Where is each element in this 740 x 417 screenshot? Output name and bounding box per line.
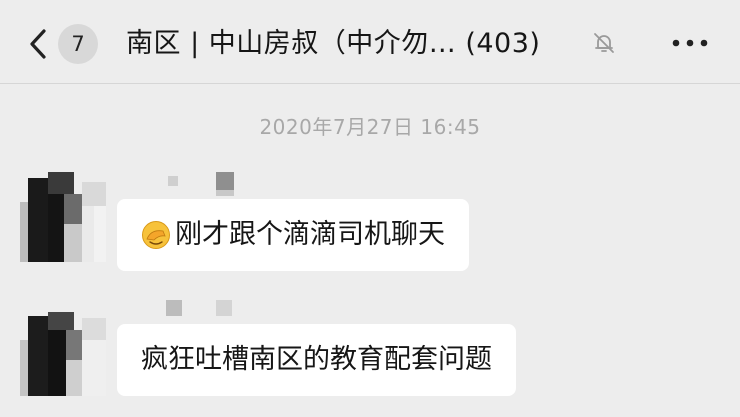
facepalm-emoji-icon (142, 221, 170, 249)
message-row: 疯狂吐槽南区的教育配套问题 (0, 296, 740, 417)
chat-header: 7 南区 | 中山房叔（中介勿… (403) (0, 0, 740, 84)
avatar-pixelated-image (20, 306, 106, 396)
message-timestamp: 2020年7月27日 16:45 (259, 115, 481, 139)
sender-name-blurred (166, 300, 248, 322)
message-text: 疯狂吐槽南区的教育配套问题 (141, 344, 492, 375)
sender-name-blurred (168, 172, 248, 196)
bell-muted-icon (594, 33, 614, 53)
message-bubble[interactable]: 刚才跟个滴滴司机聊天 (117, 199, 469, 271)
message-row: 刚才跟个滴滴司机聊天 (0, 168, 740, 278)
chat-title[interactable]: 南区 | 中山房叔（中介勿… (403) (126, 22, 540, 66)
chat-screen: 7 南区 | 中山房叔（中介勿… (403) 2020年7月27日 16:45 (0, 0, 740, 417)
avatar[interactable] (20, 172, 106, 262)
message-bubble[interactable]: 疯狂吐槽南区的教育配套问题 (117, 324, 516, 396)
message-text: 刚才跟个滴滴司机聊天 (175, 219, 445, 250)
avatar[interactable] (20, 306, 106, 396)
more-dots-icon[interactable] (670, 36, 710, 50)
unread-count-badge[interactable]: 7 (58, 24, 98, 64)
avatar-pixelated-image (20, 172, 106, 262)
chevron-left-icon[interactable] (24, 24, 52, 64)
